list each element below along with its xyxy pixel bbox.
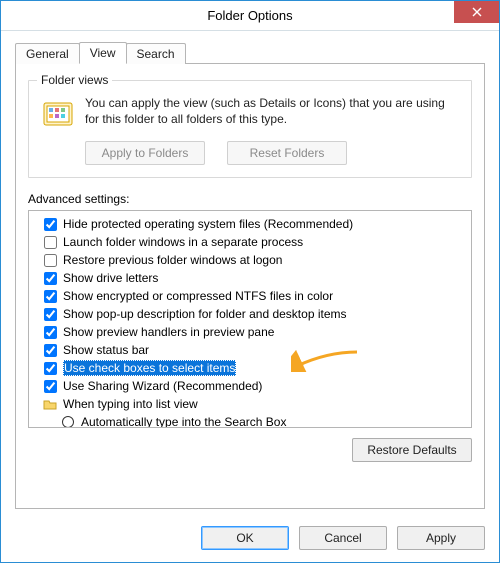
advanced-item[interactable]: Automatically type into the Search Box — [33, 413, 467, 428]
checkbox-icon[interactable] — [43, 307, 57, 321]
dialog-button-row: OK Cancel Apply — [15, 526, 485, 550]
folder-views-icon — [41, 97, 75, 131]
advanced-settings-label: Advanced settings: — [28, 192, 472, 206]
tab-strip: General View Search — [15, 41, 485, 63]
checkbox-icon[interactable] — [43, 361, 57, 375]
advanced-item[interactable]: Use Sharing Wizard (Recommended) — [33, 377, 467, 395]
advanced-item-label: Automatically type into the Search Box — [81, 414, 286, 428]
advanced-item[interactable]: Restore previous folder windows at logon — [33, 251, 467, 269]
advanced-item-label: Show drive letters — [63, 270, 158, 286]
folder-views-group: Folder views — [28, 80, 472, 178]
checkbox-icon[interactable] — [43, 289, 57, 303]
advanced-item-label: Restore previous folder windows at logon — [63, 252, 282, 268]
tab-general[interactable]: General — [15, 43, 80, 64]
advanced-item-label: Hide protected operating system files (R… — [63, 216, 353, 232]
advanced-item-label: When typing into list view — [63, 396, 198, 412]
checkbox-icon[interactable] — [43, 343, 57, 357]
ok-button[interactable]: OK — [201, 526, 289, 550]
advanced-item-label: Launch folder windows in a separate proc… — [63, 234, 303, 250]
advanced-item[interactable]: When typing into list view — [33, 395, 467, 413]
advanced-item[interactable]: Launch folder windows in a separate proc… — [33, 233, 467, 251]
group-folder-icon — [43, 397, 57, 411]
checkbox-icon[interactable] — [43, 379, 57, 393]
advanced-item-label: Show status bar — [63, 342, 149, 358]
checkbox-icon[interactable] — [43, 235, 57, 249]
cancel-button[interactable]: Cancel — [299, 526, 387, 550]
titlebar: Folder Options — [1, 1, 499, 31]
advanced-item[interactable]: Use check boxes to select items — [33, 359, 467, 377]
radio-icon[interactable] — [61, 415, 75, 428]
apply-to-folders-button[interactable]: Apply to Folders — [85, 141, 205, 165]
advanced-item[interactable]: Show preview handlers in preview pane — [33, 323, 467, 341]
tab-panel-view: Folder views — [15, 63, 485, 509]
tab-view[interactable]: View — [79, 42, 127, 64]
advanced-item[interactable]: Show pop-up description for folder and d… — [33, 305, 467, 323]
checkbox-icon[interactable] — [43, 217, 57, 231]
advanced-settings-list[interactable]: Hide protected operating system files (R… — [28, 210, 472, 428]
checkbox-icon[interactable] — [43, 253, 57, 267]
close-button[interactable] — [454, 1, 499, 23]
advanced-item-label: Show pop-up description for folder and d… — [63, 306, 347, 322]
advanced-item[interactable]: Hide protected operating system files (R… — [33, 215, 467, 233]
folder-options-window: Folder Options General View Search Folde… — [0, 0, 500, 563]
close-icon — [472, 4, 482, 20]
advanced-item-label: Use check boxes to select items — [63, 360, 236, 376]
reset-folders-button[interactable]: Reset Folders — [227, 141, 347, 165]
apply-button[interactable]: Apply — [397, 526, 485, 550]
client-area: General View Search Folder views — [1, 31, 499, 562]
advanced-item-label: Use Sharing Wizard (Recommended) — [63, 378, 262, 394]
advanced-item-label: Show preview handlers in preview pane — [63, 324, 274, 340]
folder-views-text: You can apply the view (such as Details … — [85, 95, 459, 131]
tab-search[interactable]: Search — [126, 43, 186, 64]
advanced-item-label: Show encrypted or compressed NTFS files … — [63, 288, 333, 304]
advanced-item[interactable]: Show drive letters — [33, 269, 467, 287]
folder-views-legend: Folder views — [37, 73, 112, 87]
checkbox-icon[interactable] — [43, 271, 57, 285]
advanced-item[interactable]: Show status bar — [33, 341, 467, 359]
checkbox-icon[interactable] — [43, 325, 57, 339]
window-title: Folder Options — [207, 8, 292, 23]
restore-defaults-button[interactable]: Restore Defaults — [352, 438, 472, 462]
advanced-item[interactable]: Show encrypted or compressed NTFS files … — [33, 287, 467, 305]
